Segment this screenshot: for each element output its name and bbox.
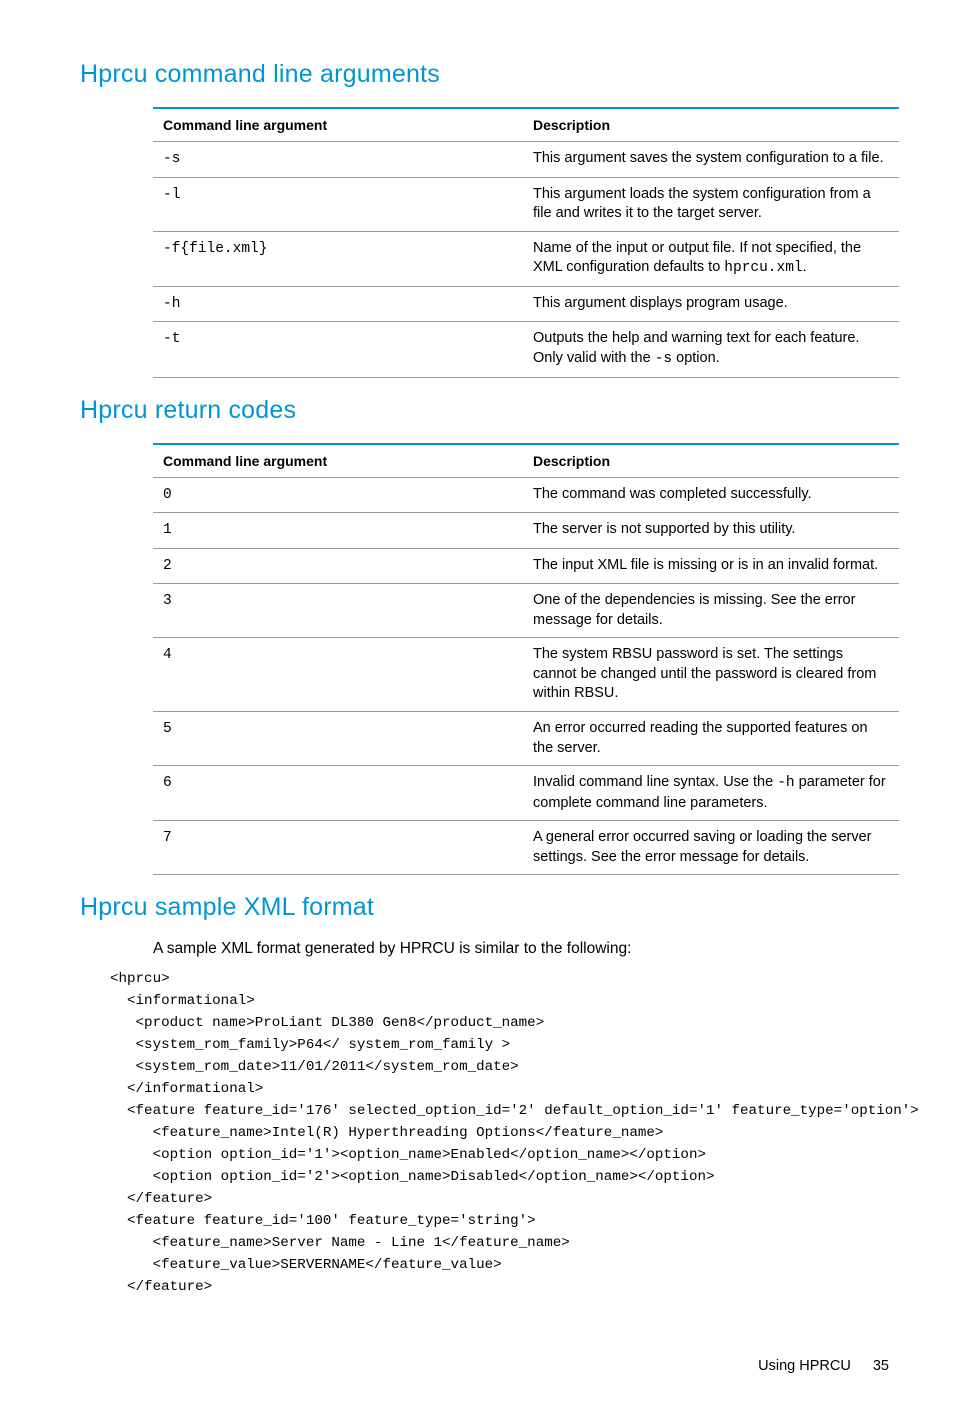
arg-cell: 1	[163, 522, 172, 538]
page-footer: Using HPRCU 35	[80, 1358, 899, 1374]
arg-cell: -l	[163, 187, 180, 203]
table-row: 0 The command was completed successfully…	[153, 477, 899, 513]
desc-cell: Outputs the help and warning text for ea…	[523, 322, 899, 377]
table-row: 2 The input XML file is missing or is in…	[153, 548, 899, 584]
arg-cell: 2	[163, 558, 172, 574]
desc-cell: The input XML file is missing or is in a…	[523, 548, 899, 584]
heading-args: Hprcu command line arguments	[80, 60, 899, 89]
th-arg: Command line argument	[153, 108, 523, 142]
heading-codes: Hprcu return codes	[80, 396, 899, 425]
arg-cell: 4	[163, 647, 172, 663]
desc-cell: This argument saves the system configura…	[523, 142, 899, 178]
desc-cell: The server is not supported by this util…	[523, 513, 899, 549]
table-codes: Command line argument Description 0 The …	[153, 443, 899, 876]
table-row: -l This argument loads the system config…	[153, 177, 899, 231]
desc-cell: This argument displays program usage.	[523, 286, 899, 322]
arg-cell: -t	[163, 331, 180, 347]
arg-cell: 3	[163, 593, 172, 609]
desc-cell: Name of the input or output file. If not…	[523, 231, 899, 286]
th-desc: Description	[523, 444, 899, 478]
table-row: 7 A general error occurred saving or loa…	[153, 821, 899, 875]
footer-label: Using HPRCU	[758, 1358, 851, 1374]
table-row: -s This argument saves the system config…	[153, 142, 899, 178]
table-row: 1 The server is not supported by this ut…	[153, 513, 899, 549]
tbody-codes: 0 The command was completed successfully…	[153, 477, 899, 875]
xml-intro: A sample XML format generated by HPRCU i…	[153, 940, 899, 958]
arg-cell: 7	[163, 830, 172, 846]
desc-cell: A general error occurred saving or loadi…	[523, 821, 899, 875]
table-row: 5 An error occurred reading the supporte…	[153, 712, 899, 766]
arg-cell: -h	[163, 296, 180, 312]
table-row: 3 One of the dependencies is missing. Se…	[153, 584, 899, 638]
table-row: -f{file.xml} Name of the input or output…	[153, 231, 899, 286]
desc-cell: An error occurred reading the supported …	[523, 712, 899, 766]
arg-cell: -s	[163, 151, 180, 167]
table-row: 6 Invalid command line syntax. Use the -…	[153, 766, 899, 821]
tbody-args: -s This argument saves the system config…	[153, 142, 899, 378]
table-row: -t Outputs the help and warning text for…	[153, 322, 899, 377]
table-args: Command line argument Description -s Thi…	[153, 107, 899, 378]
arg-cell: 5	[163, 721, 172, 737]
desc-cell: One of the dependencies is missing. See …	[523, 584, 899, 638]
heading-xml: Hprcu sample XML format	[80, 893, 899, 922]
desc-cell: The command was completed successfully.	[523, 477, 899, 513]
desc-cell: The system RBSU password is set. The set…	[523, 638, 899, 712]
desc-cell: This argument loads the system configura…	[523, 177, 899, 231]
xml-code-block: <hprcu> <informational> <product name>Pr…	[110, 968, 899, 1298]
th-desc: Description	[523, 108, 899, 142]
table-row: -h This argument displays program usage.	[153, 286, 899, 322]
arg-cell: 6	[163, 775, 172, 791]
th-arg: Command line argument	[153, 444, 523, 478]
desc-cell: Invalid command line syntax. Use the -h …	[523, 766, 899, 821]
table-row: 4 The system RBSU password is set. The s…	[153, 638, 899, 712]
page-number: 35	[873, 1358, 889, 1374]
arg-cell: -f{file.xml}	[163, 241, 267, 257]
arg-cell: 0	[163, 487, 172, 503]
